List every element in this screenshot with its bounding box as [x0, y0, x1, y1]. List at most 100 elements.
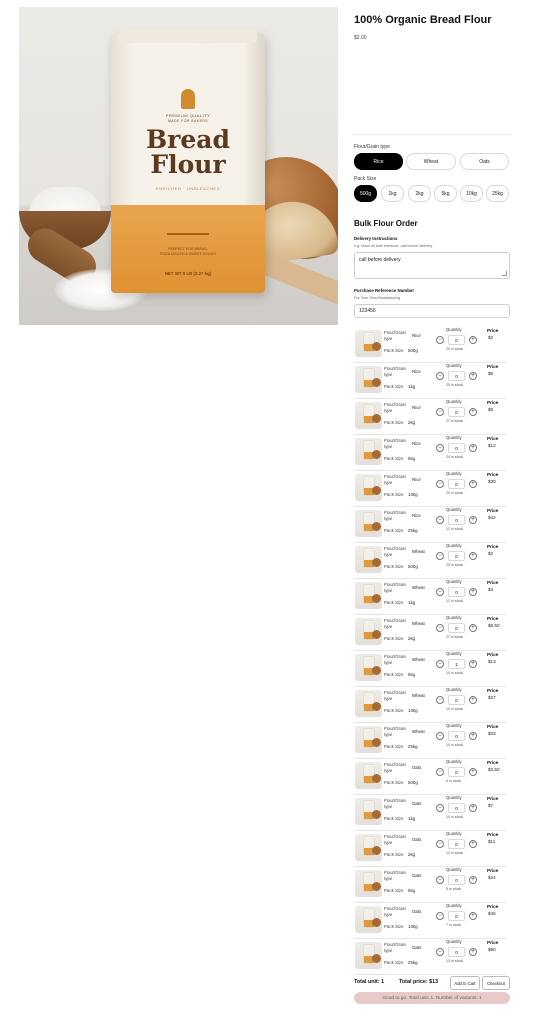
- minus-icon[interactable]: −: [436, 515, 444, 524]
- plus-icon[interactable]: +: [469, 443, 477, 452]
- chip-grain-wheat[interactable]: Wheat: [406, 153, 456, 170]
- quantity-input[interactable]: 0: [448, 586, 465, 597]
- quantity-input[interactable]: 0: [448, 334, 465, 345]
- quantity-input[interactable]: 0: [448, 442, 465, 453]
- quantity-input[interactable]: 0: [448, 946, 465, 957]
- variant-row: Flour/Grain type Wheat Pack Size 2kg Quantity…: [354, 615, 506, 651]
- quantity-input[interactable]: 0: [448, 550, 465, 561]
- quantity-input[interactable]: 0: [448, 730, 465, 741]
- variant-price: $12: [488, 443, 496, 448]
- minus-icon[interactable]: −: [436, 587, 444, 596]
- minus-icon[interactable]: −: [436, 659, 444, 668]
- pack-attr-label: Pack Size: [384, 852, 404, 857]
- plus-icon[interactable]: +: [469, 659, 477, 668]
- minus-icon[interactable]: −: [436, 443, 444, 452]
- minus-icon[interactable]: −: [436, 551, 444, 560]
- minus-icon[interactable]: −: [436, 479, 444, 488]
- plus-icon[interactable]: +: [469, 623, 477, 632]
- minus-icon[interactable]: −: [436, 839, 444, 848]
- plus-icon[interactable]: +: [469, 875, 477, 884]
- chip-grain-oats[interactable]: Oats: [460, 153, 509, 170]
- minus-icon[interactable]: −: [436, 803, 444, 812]
- total-unit-label: Total unit:: [354, 979, 380, 985]
- quantity-input[interactable]: 0: [448, 370, 465, 381]
- price-label: Price: [487, 652, 499, 657]
- quantity-input[interactable]: 0: [448, 478, 465, 489]
- plus-icon[interactable]: +: [469, 587, 477, 596]
- quantity-input[interactable]: 0: [448, 838, 465, 849]
- quantity-stepper: −0 +: [436, 946, 477, 957]
- plus-icon[interactable]: +: [469, 371, 477, 380]
- quantity-stepper: −0 +: [436, 478, 477, 489]
- pack-attr-label: Pack Size: [384, 636, 404, 641]
- loaf-thumb: [372, 738, 381, 747]
- plus-icon[interactable]: +: [469, 731, 477, 740]
- plus-icon[interactable]: +: [469, 407, 477, 416]
- minus-icon[interactable]: −: [436, 731, 444, 740]
- add-to-cart-button[interactable]: Add to Cart: [450, 976, 480, 990]
- grain-attr-label-2: type: [384, 444, 393, 449]
- stock-count: 13 in stock: [446, 959, 464, 963]
- chip-pack-2kg[interactable]: 2kg: [408, 185, 431, 202]
- variant-row: Flour/Grain type Oats Pack Size 500g Quantity…: [354, 759, 506, 795]
- grain-attr-label-1: Flour/Grain: [384, 834, 406, 839]
- delivery-instructions-field[interactable]: call before delivery: [354, 252, 510, 279]
- status-banner: Good to go. Total unit: 1. Number of var…: [354, 992, 510, 1004]
- minus-icon[interactable]: −: [436, 875, 444, 884]
- chip-pack-10kg[interactable]: 10kg: [460, 185, 483, 202]
- variant-price: $42: [488, 515, 496, 520]
- chip-pack-500g[interactable]: 500g: [354, 185, 377, 202]
- resize-grip-icon[interactable]: [502, 271, 507, 276]
- quantity-stepper: −0 +: [436, 370, 477, 381]
- quantity-input[interactable]: 0: [448, 910, 465, 921]
- price-label: Price: [487, 364, 499, 369]
- grain-attr-label-2: type: [384, 912, 393, 917]
- plus-icon[interactable]: +: [469, 335, 477, 344]
- plus-icon[interactable]: +: [469, 551, 477, 560]
- checkout-button[interactable]: Checkout: [482, 976, 510, 990]
- quantity-input[interactable]: 0: [448, 766, 465, 777]
- grain-attr-label: Flour/Grain type: [384, 330, 406, 342]
- price-label: Price: [487, 904, 499, 909]
- quantity-input[interactable]: 0: [448, 874, 465, 885]
- chip-grain-rice[interactable]: Rice: [354, 153, 403, 170]
- minus-icon[interactable]: −: [436, 911, 444, 920]
- chip-pack-5kg[interactable]: 5kg: [434, 185, 457, 202]
- quantity-input[interactable]: 0: [448, 694, 465, 705]
- grain-attr-label-2: type: [384, 840, 393, 845]
- plus-icon[interactable]: +: [469, 803, 477, 812]
- chip-pack-1kg[interactable]: 1kg: [381, 185, 404, 202]
- delivery-label: Delivery Instructions: [354, 236, 398, 241]
- quantity-input[interactable]: 0: [448, 514, 465, 525]
- variant-row: Flour/Grain type Oats Pack Size 5kg Quantity −…: [354, 867, 506, 903]
- po-number-field[interactable]: 123456: [354, 304, 510, 318]
- plus-icon[interactable]: +: [469, 695, 477, 704]
- plus-icon[interactable]: +: [469, 947, 477, 956]
- quantity-input[interactable]: 0: [448, 406, 465, 417]
- minus-icon[interactable]: −: [436, 335, 444, 344]
- chip-pack-25kg[interactable]: 25kg: [486, 185, 509, 202]
- quantity-input[interactable]: 0: [448, 802, 465, 813]
- plus-icon[interactable]: +: [469, 839, 477, 848]
- loaf-thumb: [372, 918, 381, 927]
- minus-icon[interactable]: −: [436, 407, 444, 416]
- minus-icon[interactable]: −: [436, 695, 444, 704]
- grain-attr-label: Flour/Grain type: [384, 438, 406, 450]
- quantity-input[interactable]: 1: [448, 658, 465, 669]
- quantity-input[interactable]: 0: [448, 622, 465, 633]
- quantity-label: Quantity: [446, 435, 462, 440]
- plus-icon[interactable]: +: [469, 479, 477, 488]
- minus-icon[interactable]: −: [436, 371, 444, 380]
- pack-size-label: Pack Size: [354, 176, 377, 182]
- pack-attr-label: Pack Size: [384, 348, 404, 353]
- loaf-thumb: [372, 594, 381, 603]
- plus-icon[interactable]: +: [469, 767, 477, 776]
- plus-icon[interactable]: +: [469, 515, 477, 524]
- minus-icon[interactable]: −: [436, 947, 444, 956]
- plus-icon[interactable]: +: [469, 911, 477, 920]
- pack-attr-label: Pack Size: [384, 420, 404, 425]
- minus-icon[interactable]: −: [436, 623, 444, 632]
- stock-count: 7 in stock: [446, 923, 462, 927]
- loaf-thumb: [372, 378, 381, 387]
- minus-icon[interactable]: −: [436, 767, 444, 776]
